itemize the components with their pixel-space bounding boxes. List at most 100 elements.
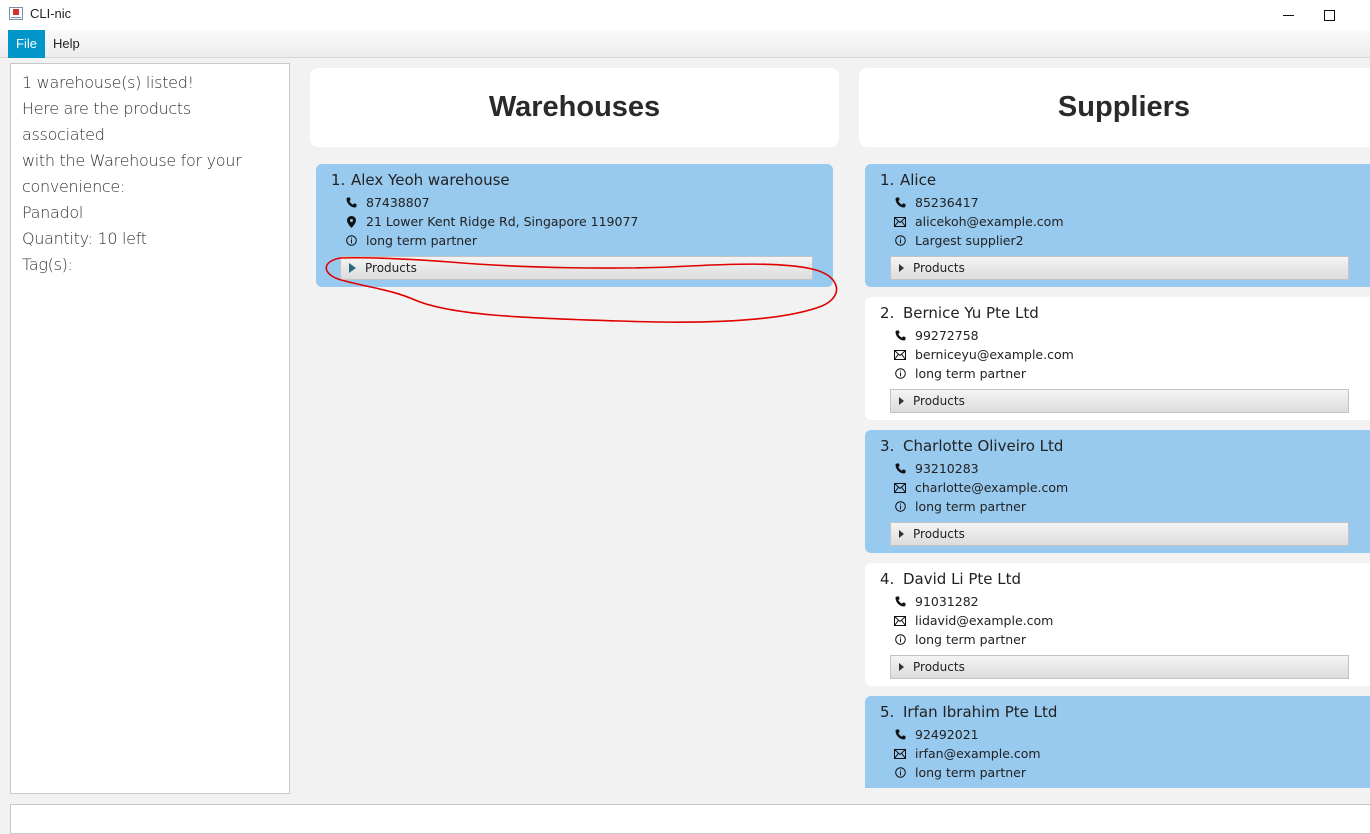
products-label: Products (913, 261, 965, 275)
phone-icon (894, 197, 906, 209)
warehouse-remark: long term partner (366, 233, 477, 248)
card-index: 1. (331, 171, 346, 189)
maximize-button[interactable] (1309, 0, 1349, 30)
triangle-right-icon (349, 263, 356, 273)
triangle-right-icon (899, 397, 904, 405)
command-input[interactable] (10, 804, 1370, 834)
supplier-email-row: alicekoh@example.com (894, 214, 1064, 229)
app-logo-icon (9, 7, 23, 20)
location-pin-icon (345, 215, 357, 228)
card-index: 1. (880, 171, 895, 189)
supplier-remark: long term partner (915, 499, 1026, 514)
supplier-remark-row: long term partner (894, 366, 1026, 381)
supplier-card[interactable]: 4. David Li Pte Ltd 91031282 lidavid@exam… (865, 563, 1370, 686)
supplier-email: berniceyu@example.com (915, 347, 1074, 362)
result-line: Tag(s): (22, 255, 73, 274)
supplier-phone: 93210283 (915, 461, 979, 476)
result-line: Panadol (22, 203, 83, 222)
products-label: Products (913, 527, 965, 541)
supplier-phone: 91031282 (915, 594, 979, 609)
supplier-email: charlotte@example.com (915, 480, 1069, 495)
info-icon (894, 767, 906, 779)
supplier-name: Alice (900, 171, 937, 189)
supplier-name: Bernice Yu Pte Ltd (903, 304, 1039, 322)
card-index: 5. (880, 703, 895, 721)
products-label: Products (913, 394, 965, 408)
supplier-name: Irfan Ibrahim Pte Ltd (903, 703, 1058, 721)
products-label: Products (913, 660, 965, 674)
supplier-name: David Li Pte Ltd (903, 570, 1022, 588)
suppliers-header: Suppliers (859, 68, 1370, 147)
supplier-email: irfan@example.com (915, 746, 1041, 761)
window-title: CLI-nic (30, 6, 72, 21)
supplier-email: lidavid@example.com (915, 613, 1054, 628)
warehouse-address-row: 21 Lower Kent Ridge Rd, Singapore 119077 (345, 214, 638, 229)
phone-icon (345, 197, 357, 209)
triangle-right-icon (899, 264, 904, 272)
result-display[interactable]: 1 warehouse(s) listed! Here are the prod… (10, 63, 290, 794)
supplier-phone-row: 92492021 (894, 727, 979, 742)
menu-file[interactable]: File (8, 30, 45, 58)
supplier-phone: 85236417 (915, 195, 979, 210)
warehouses-header: Warehouses (310, 68, 839, 147)
supplier-card[interactable]: 5. Irfan Ibrahim Pte Ltd 92492021 irfan@e… (865, 696, 1370, 788)
supplier-email-row: charlotte@example.com (894, 480, 1068, 495)
info-icon (894, 368, 906, 380)
mail-icon (894, 748, 906, 760)
info-icon (894, 235, 906, 247)
supplier-phone-row: 91031282 (894, 594, 979, 609)
warehouse-phone: 87438807 (366, 195, 430, 210)
minimize-button[interactable] (1268, 0, 1308, 30)
supplier-products-toggle[interactable]: Products (890, 655, 1349, 679)
triangle-right-icon (899, 663, 904, 671)
supplier-remark-row: long term partner (894, 499, 1026, 514)
supplier-phone: 99272758 (915, 328, 979, 343)
info-icon (345, 235, 357, 247)
supplier-remark-row: Largest supplier2 (894, 233, 1024, 248)
result-line: convenience: (22, 177, 126, 196)
supplier-card-title: 3. Charlotte Oliveiro Ltd (880, 437, 1063, 455)
result-line: Quantity: 10 left (22, 229, 147, 248)
mail-icon (894, 482, 906, 494)
supplier-phone-row: 85236417 (894, 195, 979, 210)
phone-icon (894, 596, 906, 608)
supplier-remark: long term partner (915, 366, 1026, 381)
result-line: Here are the products associated (22, 99, 196, 144)
supplier-remark: long term partner (915, 765, 1026, 780)
supplier-products-toggle[interactable]: Products (890, 389, 1349, 413)
supplier-card-title: 2. Bernice Yu Pte Ltd (880, 304, 1039, 322)
supplier-phone-row: 99272758 (894, 328, 979, 343)
supplier-name: Charlotte Oliveiro Ltd (903, 437, 1064, 455)
supplier-phone-row: 93210283 (894, 461, 979, 476)
supplier-card-title: 4. David Li Pte Ltd (880, 570, 1021, 588)
supplier-card-title: 5. Irfan Ibrahim Pte Ltd (880, 703, 1057, 721)
menu-help[interactable]: Help (45, 30, 88, 58)
result-line: 1 warehouse(s) listed! (22, 73, 194, 92)
warehouse-card[interactable]: 1. Alex Yeoh warehouse 87438807 21 Lower … (316, 164, 833, 287)
phone-icon (894, 729, 906, 741)
triangle-right-icon (899, 530, 904, 538)
phone-icon (894, 330, 906, 342)
supplier-email: alicekoh@example.com (915, 214, 1064, 229)
supplier-products-toggle[interactable]: Products (890, 522, 1349, 546)
supplier-email-row: irfan@example.com (894, 746, 1041, 761)
warehouse-remark-row: long term partner (345, 233, 477, 248)
supplier-products-toggle[interactable]: Products (890, 256, 1349, 280)
supplier-remark-row: long term partner (894, 765, 1026, 780)
supplier-email-row: lidavid@example.com (894, 613, 1053, 628)
supplier-card-title: 1. Alice (880, 171, 936, 189)
supplier-card[interactable]: 2. Bernice Yu Pte Ltd 99272758 berniceyu@… (865, 297, 1370, 420)
warehouse-products-toggle[interactable]: Products (340, 256, 813, 280)
supplier-email-row: berniceyu@example.com (894, 347, 1074, 362)
title-bar: CLI-nic (0, 0, 1370, 30)
card-index: 4. (880, 570, 895, 588)
result-line: with the Warehouse for your (22, 151, 242, 170)
mail-icon (894, 349, 906, 361)
supplier-card[interactable]: 3. Charlotte Oliveiro Ltd 93210283 charlo… (865, 430, 1370, 553)
supplier-card[interactable]: 1. Alice 85236417 alicekoh@example.com La… (865, 164, 1370, 287)
supplier-phone: 92492021 (915, 727, 979, 742)
supplier-remark-row: long term partner (894, 632, 1026, 647)
info-icon (894, 501, 906, 513)
phone-icon (894, 463, 906, 475)
menu-bar: File Help (0, 30, 1370, 58)
